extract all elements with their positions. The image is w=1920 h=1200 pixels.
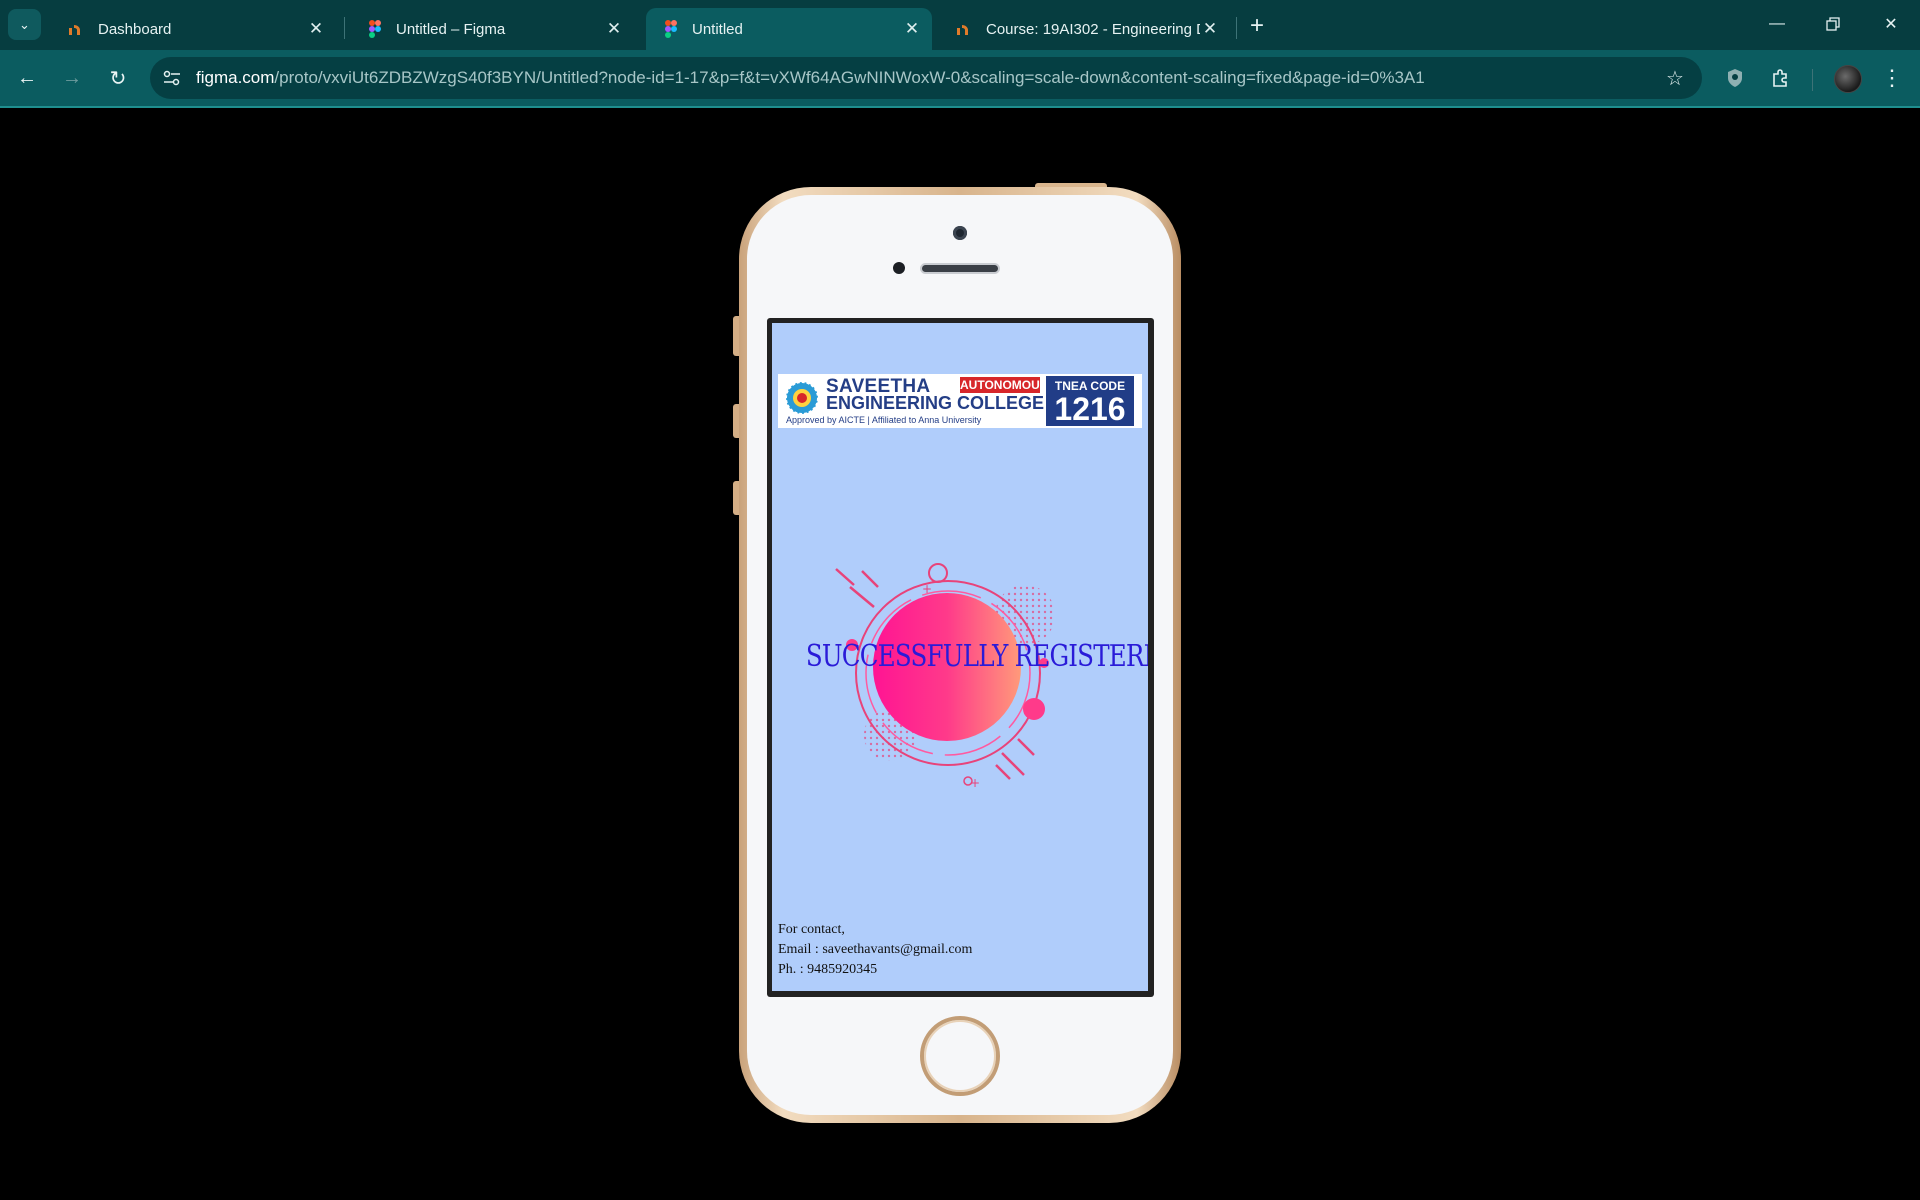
new-tab-button[interactable]: + [1244, 12, 1270, 39]
tnea-code: 1216 [1054, 391, 1126, 427]
arrow-right-icon: → [62, 66, 82, 89]
instructure-logo-icon [956, 20, 974, 38]
close-icon[interactable]: ✕ [1200, 19, 1220, 39]
tab-title: Untitled [692, 20, 743, 38]
phone-speaker [920, 263, 1000, 274]
browser-toolbar: ← → ↻ figma.com/proto/vxviUt6ZDBZWzgS40f… [0, 50, 1920, 108]
tab-title: Dashboard [98, 20, 172, 38]
tab-strip: ⌄ Dashboard ✕ Untitled – Figma ✕ Untitle… [0, 0, 1920, 50]
forward-button[interactable]: → [57, 63, 87, 93]
site-info-icon[interactable] [158, 64, 186, 92]
tab-untitled-figma[interactable]: Untitled – Figma ✕ [350, 8, 634, 50]
close-icon[interactable]: ✕ [902, 19, 922, 39]
success-message: SUCCESSFULLY REGISTERED [805, 639, 1148, 674]
logo-name-line2: ENGINEERING COLLEGE [826, 393, 1045, 413]
contact-email: Email : saveethavants@gmail.com [778, 942, 973, 957]
plus-icon: + [1249, 12, 1264, 39]
bookmark-star-icon[interactable]: ☆ [1662, 65, 1688, 91]
figma-logo-icon [662, 20, 680, 38]
close-icon: ✕ [1884, 16, 1898, 33]
prototype-screen: SAVEETHA AUTONOMOUS ENGINEERING COLLEGE … [772, 323, 1148, 991]
tab-separator [344, 17, 345, 39]
chevron-down-icon: ⌄ [19, 16, 30, 32]
contact-phone: Ph. : 9485920345 [778, 962, 878, 977]
toolbar-separator [1812, 69, 1813, 91]
svg-text:+: + [970, 776, 980, 790]
tab-search-button[interactable]: ⌄ [8, 9, 41, 40]
tab-title: Untitled – Figma [396, 20, 506, 38]
more-vertical-icon: ⋮ [1881, 65, 1903, 90]
close-window-button[interactable]: ✕ [1866, 6, 1916, 42]
url-host: figma.com [196, 68, 275, 87]
back-button[interactable]: ← [12, 63, 42, 93]
shield-extension-icon[interactable] [1721, 64, 1749, 92]
tab-untitled[interactable]: Untitled ✕ [646, 8, 932, 50]
logo-subtitle: Approved by AICTE | Affiliated to Anna U… [786, 415, 982, 425]
address-bar[interactable]: figma.com/proto/vxviUt6ZDBZWzgS40f3BYN/U… [150, 57, 1702, 99]
restore-icon [1826, 17, 1840, 31]
reload-button[interactable]: ↻ [103, 63, 133, 93]
profile-avatar[interactable] [1834, 65, 1862, 93]
minimize-icon: — [1769, 15, 1785, 32]
close-icon[interactable]: ✕ [604, 19, 624, 39]
tnea-code-box: TNEA CODE 1216 [1046, 376, 1134, 426]
reload-icon: ↻ [109, 67, 127, 90]
url-path: /proto/vxviUt6ZDBZWzgS40f3BYN/Untitled?n… [274, 68, 1425, 87]
restore-button[interactable] [1808, 6, 1858, 42]
phone-sensor [893, 262, 905, 274]
tab-course[interactable]: Course: 19AI302 - Engineering Design Thi… [940, 8, 1230, 50]
instructure-logo-icon [68, 20, 86, 38]
college-logo: SAVEETHA AUTONOMOUS ENGINEERING COLLEGE … [778, 374, 1142, 428]
contact-info: For contact, Email : saveethavants@gmail… [778, 920, 972, 980]
url-text[interactable]: figma.com/proto/vxviUt6ZDBZWzgS40f3BYN/U… [196, 68, 1425, 88]
svg-text:+: + [922, 582, 932, 596]
college-emblem-icon [785, 381, 819, 415]
arrow-left-icon: ← [17, 66, 37, 89]
phone-home-button[interactable] [920, 1016, 1000, 1096]
phone-camera [953, 226, 967, 240]
contact-heading: For contact, [778, 922, 845, 937]
tab-separator [1236, 17, 1237, 39]
minimize-button[interactable]: — [1752, 6, 1802, 42]
figma-logo-icon [366, 20, 384, 38]
close-icon[interactable]: ✕ [306, 19, 326, 39]
logo-autonomous-badge: AUTONOMOUS [960, 377, 1048, 393]
tab-title: Course: 19AI302 - Engineering Design Thi… [986, 20, 1200, 38]
browser-menu-button[interactable]: ⋮ [1880, 64, 1904, 92]
tab-dashboard[interactable]: Dashboard ✕ [52, 8, 336, 50]
extensions-puzzle-icon[interactable] [1767, 64, 1795, 92]
